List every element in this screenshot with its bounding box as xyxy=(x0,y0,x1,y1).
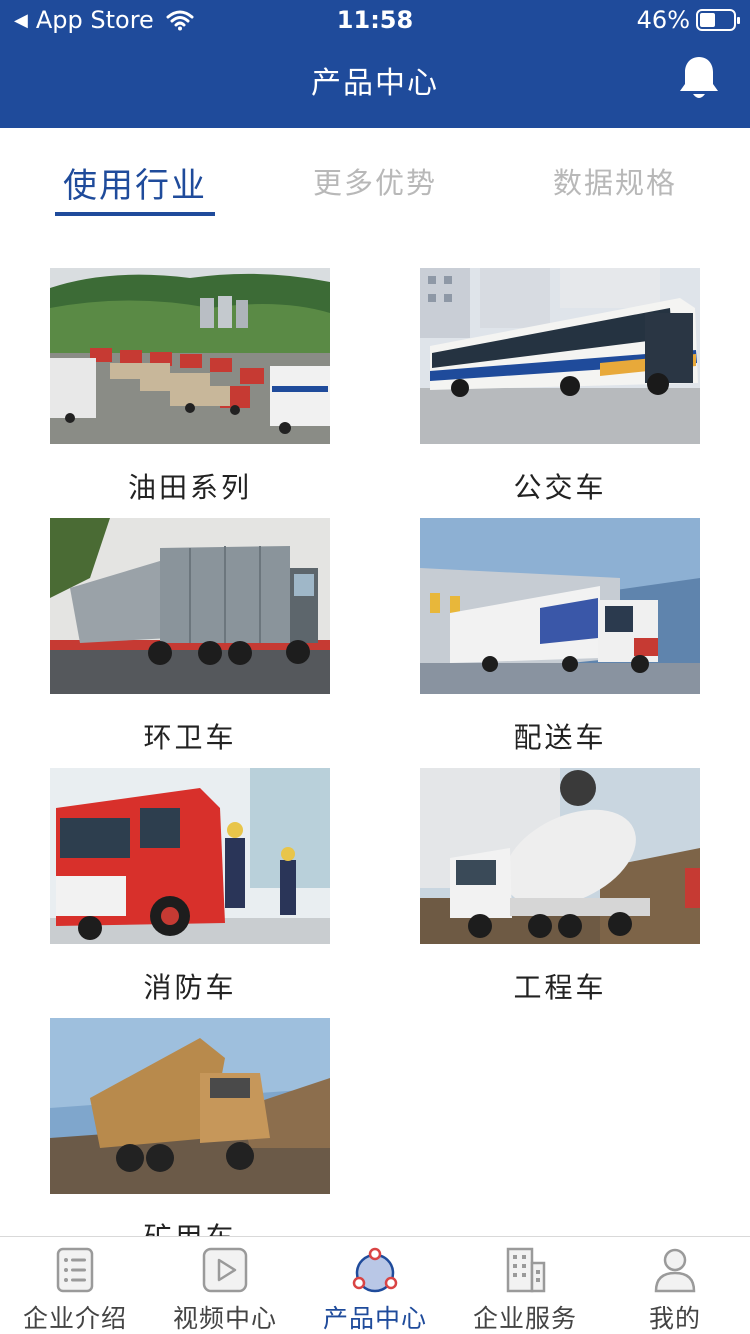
tabbar-item-products[interactable]: 产品中心 xyxy=(300,1245,450,1334)
status-bar: ◀ App Store 11:58 46% xyxy=(0,0,750,40)
product-card-engineering[interactable]: 工程车 xyxy=(420,768,700,1006)
product-card-delivery[interactable]: 配送车 xyxy=(420,518,700,756)
bottom-tab-bar: 企业介绍 视频中心 产品中心 企业服务 我的 xyxy=(0,1236,750,1334)
tab-specs[interactable]: 数据规格 xyxy=(495,160,735,202)
product-card-fire[interactable]: 消防车 xyxy=(50,768,330,1006)
screen: ◀ App Store 11:58 46% 产品中心 使用行业 更多优势 数据规… xyxy=(0,0,750,1334)
page-title: 产品中心 xyxy=(311,66,439,101)
tabbar-label: 企业介绍 xyxy=(22,1304,127,1333)
product-label: 油田系列 xyxy=(127,471,252,504)
tabbar-item-company[interactable]: 企业介绍 xyxy=(0,1245,150,1334)
product-label: 矿用车 xyxy=(50,1216,330,1236)
bell-icon[interactable] xyxy=(676,54,722,104)
product-image-fire xyxy=(50,768,330,944)
product-image-oilfield xyxy=(50,268,330,444)
product-grid: 油田系列 公交车 环卫车 配送车 消防车 工程车 xyxy=(0,238,750,1236)
product-image-sanitation xyxy=(50,518,330,694)
tabbar-item-video[interactable]: 视频中心 xyxy=(150,1245,300,1334)
document-icon xyxy=(56,1247,94,1293)
product-card-mining[interactable]: 矿用车 xyxy=(50,1018,330,1236)
product-image-bus xyxy=(420,268,700,444)
battery-status: 46% xyxy=(636,6,740,34)
product-card-oilfield[interactable]: 油田系列 xyxy=(50,268,330,506)
header: ◀ App Store 11:58 46% 产品中心 xyxy=(0,0,750,128)
product-label: 环卫车 xyxy=(143,721,237,754)
tabbar-label: 企业服务 xyxy=(472,1304,577,1333)
product-label: 配送车 xyxy=(513,721,607,754)
video-icon xyxy=(202,1247,248,1293)
product-image-delivery xyxy=(420,518,700,694)
product-icon xyxy=(352,1247,398,1293)
battery-cap xyxy=(737,17,740,24)
segment-tabs: 使用行业 更多优势 数据规格 xyxy=(0,128,750,238)
tab-advantages[interactable]: 更多优势 xyxy=(255,160,495,202)
tabbar-item-me[interactable]: 我的 xyxy=(600,1245,750,1334)
product-card-bus[interactable]: 公交车 xyxy=(420,268,700,506)
battery-fill xyxy=(700,13,715,27)
building-icon xyxy=(506,1247,546,1293)
battery-icon xyxy=(696,9,740,31)
tabbar-label: 我的 xyxy=(648,1304,701,1333)
product-image-engineering xyxy=(420,768,700,944)
product-label: 公交车 xyxy=(513,471,607,504)
active-tab-indicator xyxy=(55,212,215,216)
product-label: 消防车 xyxy=(143,971,237,1004)
user-icon xyxy=(654,1248,696,1293)
product-label: 工程车 xyxy=(513,971,607,1004)
tab-industries[interactable]: 使用行业 xyxy=(15,158,255,207)
product-card-sanitation[interactable]: 环卫车 xyxy=(50,518,330,756)
product-image-mining xyxy=(50,1018,330,1194)
tabbar-label: 视频中心 xyxy=(172,1304,277,1333)
tabbar-label: 产品中心 xyxy=(322,1304,427,1333)
battery-percent: 46% xyxy=(636,6,690,34)
tabbar-item-services[interactable]: 企业服务 xyxy=(450,1245,600,1334)
